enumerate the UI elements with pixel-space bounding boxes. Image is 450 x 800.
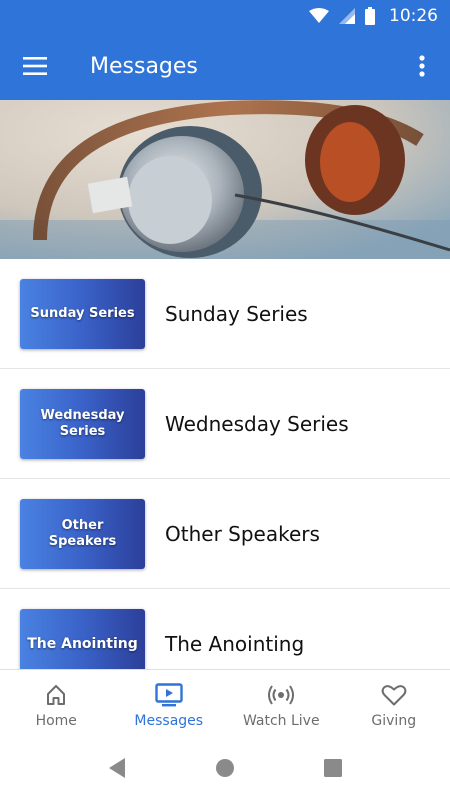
home-circle-icon[interactable] <box>215 758 235 783</box>
nav-watch-live-label: Watch Live <box>242 712 320 729</box>
nav-watch-live[interactable]: Watch Live <box>225 670 338 741</box>
cell-signal-icon <box>339 8 355 24</box>
nav-home[interactable]: Home <box>0 670 113 741</box>
series-thumbnail: Wednesday Series <box>20 388 145 459</box>
page-title: Messages <box>90 53 198 79</box>
recents-square-icon[interactable] <box>323 758 343 783</box>
overflow-menu-button[interactable] <box>394 32 450 100</box>
series-thumbnail: The Anointing <box>20 608 145 669</box>
broadcast-icon <box>268 684 295 705</box>
list-item-the-anointing[interactable]: The Anointing The Anointing <box>0 589 450 669</box>
nav-home-label: Home <box>35 712 77 729</box>
more-vert-icon <box>419 55 425 77</box>
nav-giving[interactable]: Giving <box>338 670 450 741</box>
nav-messages-label: Messages <box>134 712 204 729</box>
menu-button[interactable] <box>0 32 70 100</box>
hero-headphones-image <box>0 100 450 259</box>
list-item-other-speakers[interactable]: Other Speakers Other Speakers <box>0 479 450 589</box>
series-label: Sunday Series <box>165 301 308 326</box>
back-icon[interactable] <box>107 757 127 784</box>
series-label: Other Speakers <box>165 521 320 546</box>
series-list: Sunday Series Sunday Series Wednesday Se… <box>0 259 450 669</box>
battery-icon <box>365 7 375 25</box>
list-item-wednesday-series[interactable]: Wednesday Series Wednesday Series <box>0 369 450 479</box>
system-navigation-bar <box>0 741 450 800</box>
series-thumbnail: Other Speakers <box>20 498 145 569</box>
app-bar: Messages <box>0 32 450 100</box>
series-thumbnail: Sunday Series <box>20 278 145 349</box>
nav-giving-label: Giving <box>371 712 417 729</box>
wifi-icon <box>309 8 329 24</box>
status-bar: 10:26 <box>0 0 450 32</box>
series-label: The Anointing <box>165 631 305 656</box>
clock: 10:26 <box>389 6 438 26</box>
bottom-navigation: Home Messages Watch Live Giving <box>0 669 450 741</box>
home-icon <box>47 684 66 705</box>
heart-icon <box>381 684 407 705</box>
list-item-sunday-series[interactable]: Sunday Series Sunday Series <box>0 259 450 369</box>
series-label: Wednesday Series <box>165 411 349 436</box>
nav-messages[interactable]: Messages <box>113 670 226 741</box>
hamburger-icon <box>23 57 47 75</box>
tv-play-icon <box>155 682 183 706</box>
